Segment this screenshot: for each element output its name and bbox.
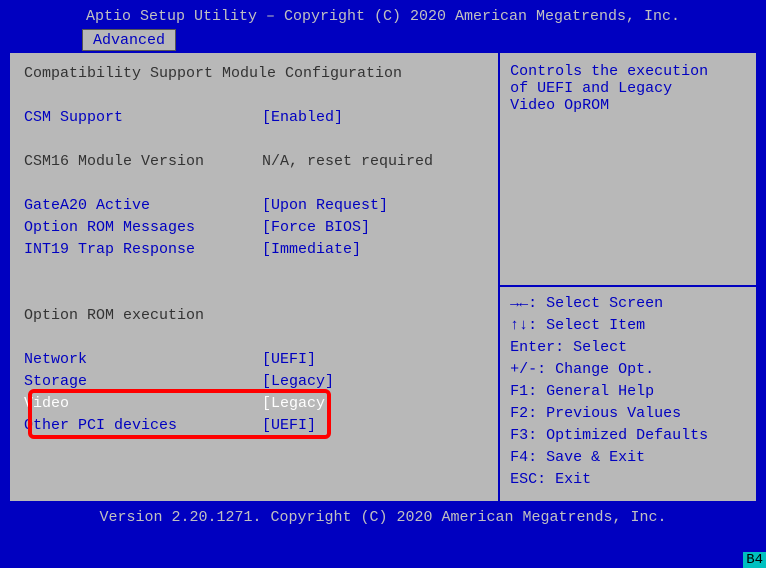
csm-support-row[interactable]: CSM Support [Enabled] [24,107,484,129]
tab-bar: Advanced [4,29,762,51]
oprom-msg-row[interactable]: Option ROM Messages [Force BIOS] [24,217,484,239]
oprom-msg-value[interactable]: [Force BIOS] [262,217,370,239]
csm16-label: CSM16 Module Version [24,151,262,173]
key-f3: F3: Optimized Defaults [510,425,746,447]
key-f2: F2: Previous Values [510,403,746,425]
key-f1: F1: General Help [510,381,746,403]
key-select-screen: →←: Select Screen [510,293,746,315]
key-select-item: ↑↓: Select Item [510,315,746,337]
gatea20-row[interactable]: GateA20 Active [Upon Request] [24,195,484,217]
video-value[interactable]: [Legacy] [262,393,334,415]
other-pci-label: Other PCI devices [24,415,262,437]
footer-text: Version 2.20.1271. Copyright (C) 2020 Am… [4,503,762,528]
storage-label: Storage [24,371,262,393]
key-enter: Enter: Select [510,337,746,359]
key-change-opt: +/-: Change Opt. [510,359,746,381]
csm-support-label: CSM Support [24,107,262,129]
oprom-msg-label: Option ROM Messages [24,217,262,239]
other-pci-row[interactable]: Other PCI devices [UEFI] [24,415,484,437]
csm-support-value[interactable]: [Enabled] [262,107,343,129]
header-title: Aptio Setup Utility – Copyright (C) 2020… [4,4,762,29]
corner-badge: B4 [743,552,766,568]
key-esc: ESC: Exit [510,469,746,491]
csm16-row: CSM16 Module Version N/A, reset required [24,151,484,173]
storage-row[interactable]: Storage [Legacy] [24,371,484,393]
int19-label: INT19 Trap Response [24,239,262,261]
help-desc-1: Controls the execution [510,63,746,80]
gatea20-label: GateA20 Active [24,195,262,217]
csm16-value: N/A, reset required [262,151,433,173]
video-label: Video [24,393,262,415]
help-keys: →←: Select Screen ↑↓: Select Item Enter:… [510,287,746,491]
network-row[interactable]: Network [UEFI] [24,349,484,371]
tab-advanced[interactable]: Advanced [82,29,176,51]
storage-value[interactable]: [Legacy] [262,371,334,393]
help-desc-3: Video OpROM [510,97,746,114]
key-f4: F4: Save & Exit [510,447,746,469]
main-panel: Compatibility Support Module Configurati… [8,51,500,503]
help-desc-2: of UEFI and Legacy [510,80,746,97]
network-value[interactable]: [UEFI] [262,349,316,371]
gatea20-value[interactable]: [Upon Request] [262,195,388,217]
network-label: Network [24,349,262,371]
other-pci-value[interactable]: [UEFI] [262,415,316,437]
video-row-selected[interactable]: Video [Legacy] [24,393,484,415]
oprom-exec-title: Option ROM execution [24,305,484,327]
help-panel: Controls the execution of UEFI and Legac… [500,51,758,503]
section-title: Compatibility Support Module Configurati… [24,63,484,85]
int19-row[interactable]: INT19 Trap Response [Immediate] [24,239,484,261]
int19-value[interactable]: [Immediate] [262,239,361,261]
